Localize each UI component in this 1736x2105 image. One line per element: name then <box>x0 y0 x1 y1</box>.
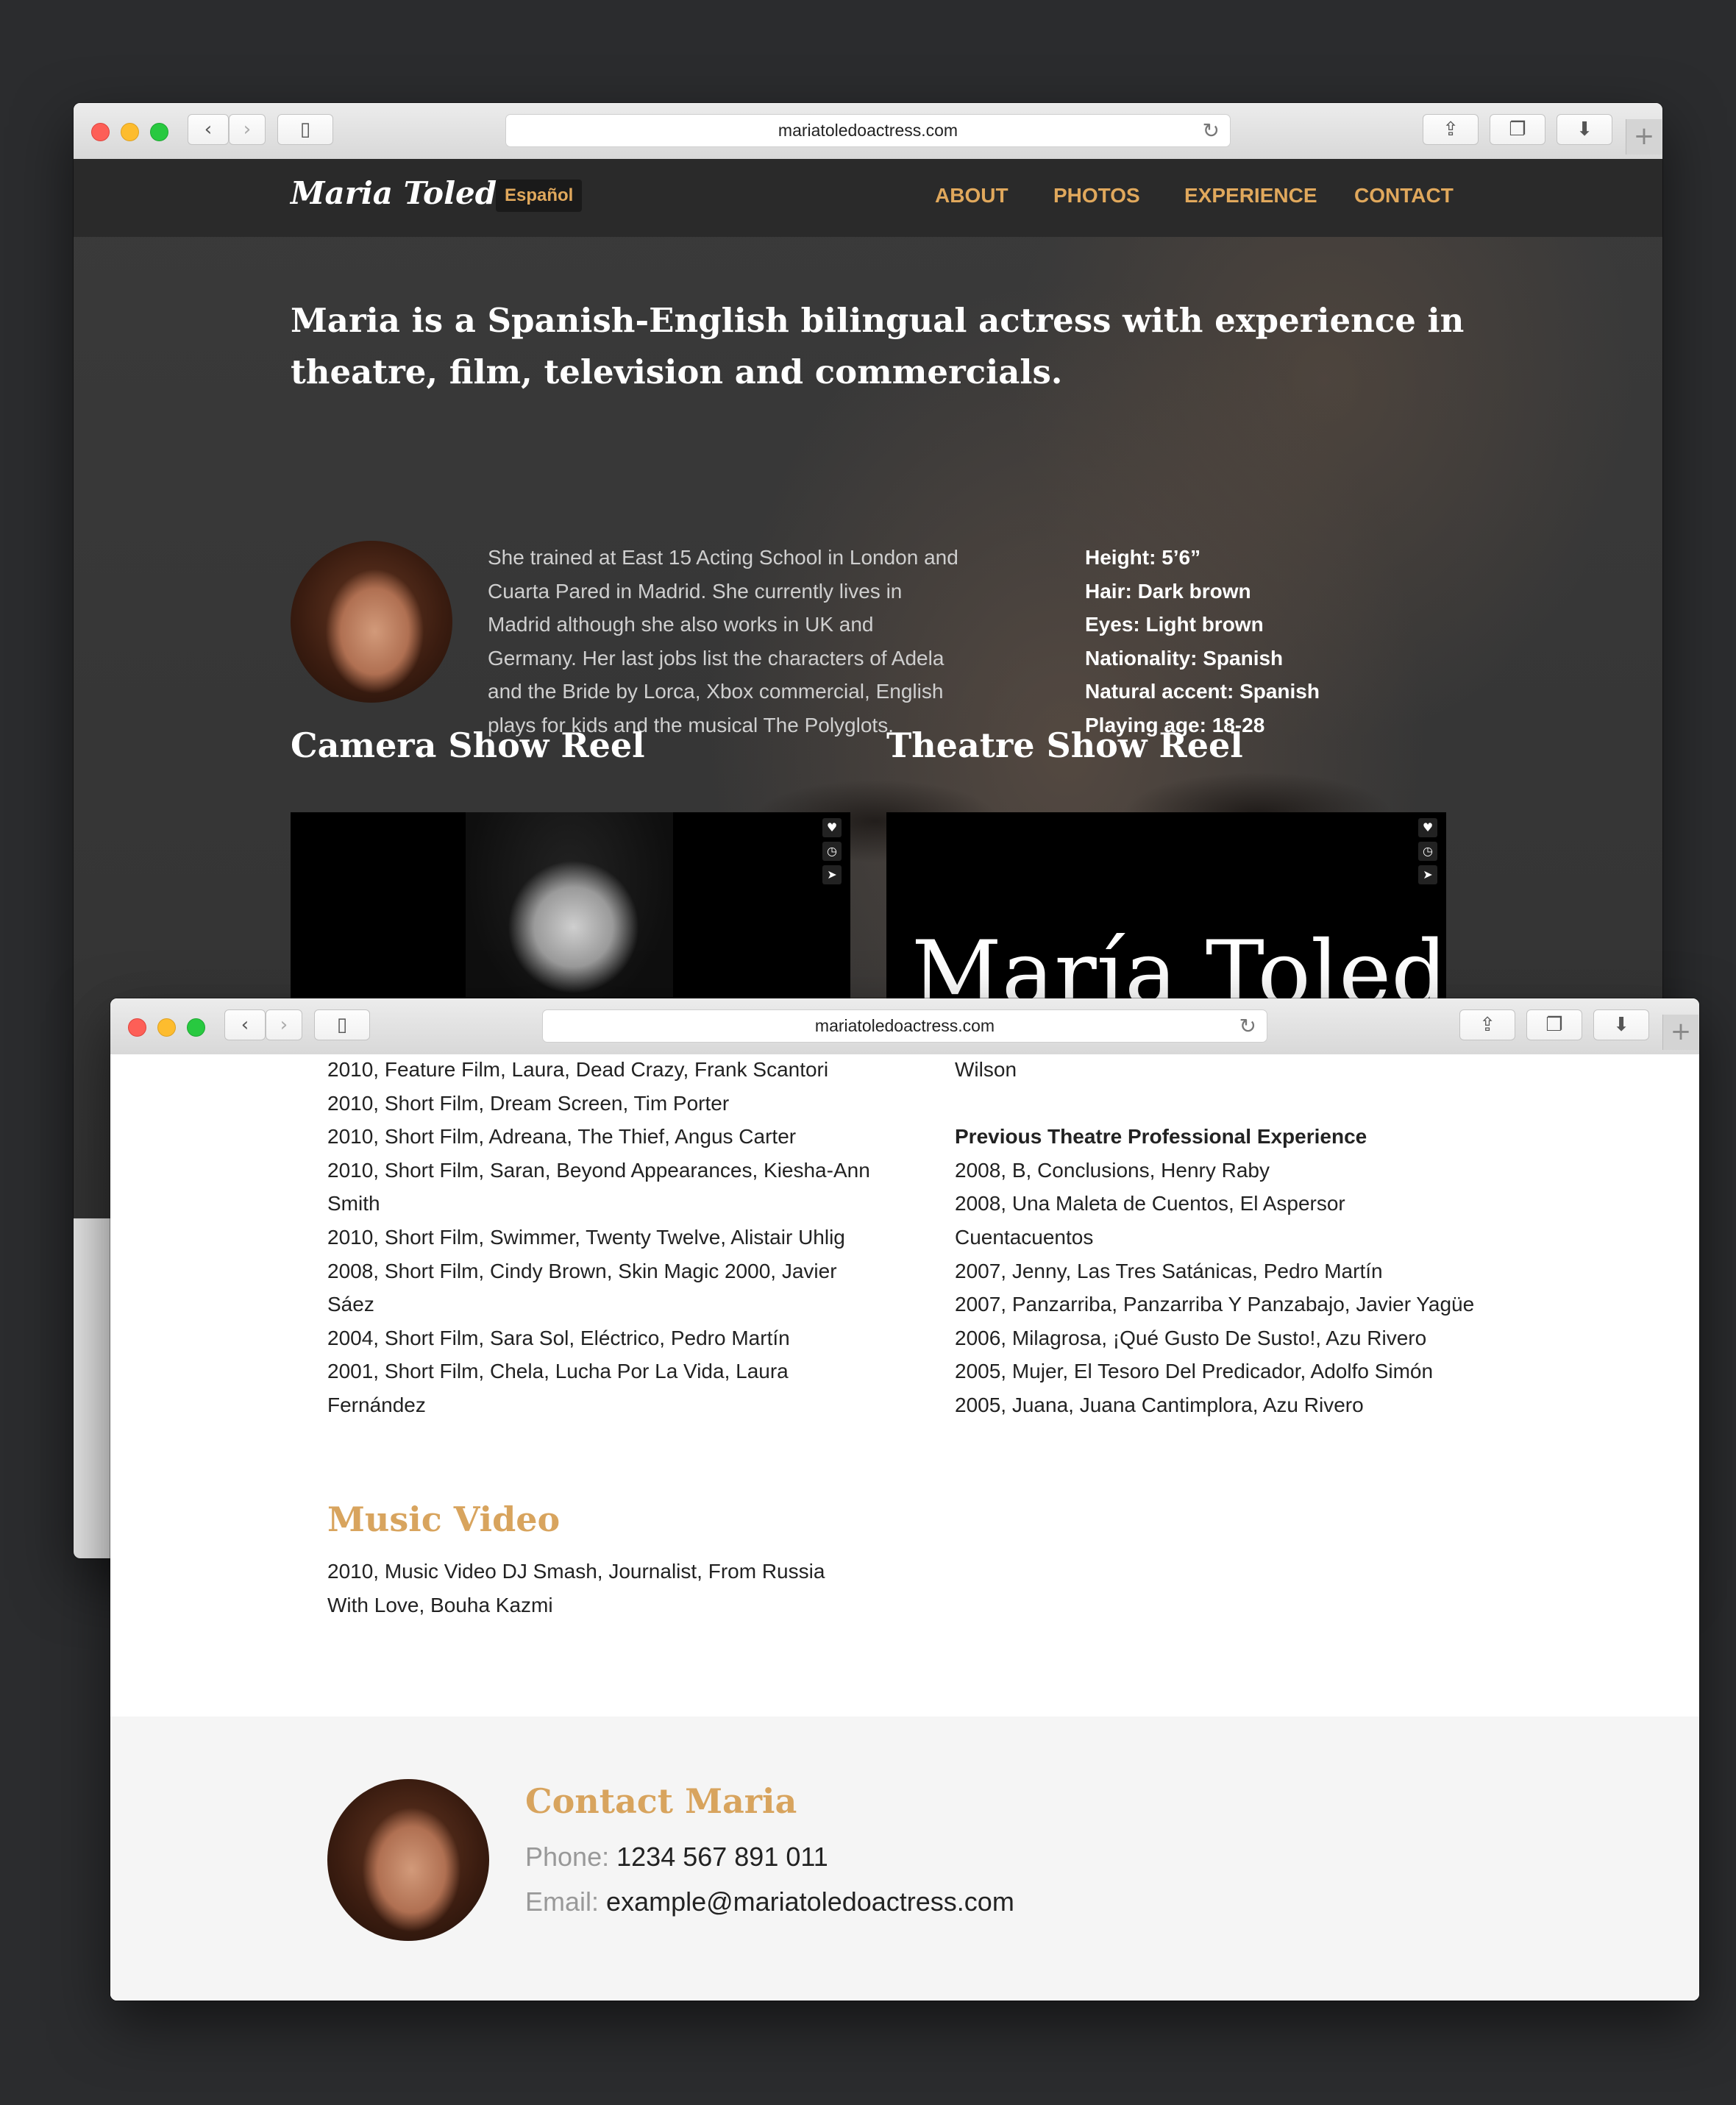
send-icon[interactable]: ➤ <box>822 865 842 884</box>
tabs-icon: ❐ <box>1509 118 1526 141</box>
camera-reel-title: Camera Show Reel <box>291 725 645 765</box>
download-icon: ⬇ <box>1613 1014 1629 1036</box>
music-video-list: 2010, Music Video DJ Smash, Journalist, … <box>327 1555 857 1622</box>
email-address[interactable]: example@mariatoledoactress.com <box>606 1886 1014 1917</box>
forward-button[interactable]: › <box>266 1009 302 1040</box>
hero-intro: Maria is a Spanish-English bilingual act… <box>291 301 1465 391</box>
forward-button[interactable]: › <box>229 114 266 145</box>
address-bar[interactable]: mariatoledoactress.com ↻ <box>542 1009 1267 1043</box>
avatar <box>291 541 452 703</box>
music-video-heading: Music Video <box>327 1499 561 1539</box>
new-tab-button[interactable]: + <box>1662 1015 1698 1050</box>
phone-label: Phone: <box>525 1842 610 1872</box>
close-window-button[interactable] <box>128 1018 146 1037</box>
browser-toolbar: ‹ › ▯ mariatoledoactress.com ↻ ⇪ ❐ ⬇ + <box>110 998 1699 1055</box>
zoom-window-button[interactable] <box>187 1018 205 1037</box>
contact-email: Email: example@mariatoledoactress.com <box>525 1886 1014 1917</box>
list-item: 2008, B, Conclusions, Henry Raby <box>955 1158 1270 1182</box>
contact-heading: Contact Maria <box>525 1781 797 1821</box>
chevron-right-icon: › <box>243 118 252 141</box>
chevron-left-icon: ‹ <box>204 118 213 141</box>
clock-icon[interactable]: ◷ <box>1418 842 1437 861</box>
sidebar-icon: ▯ <box>299 118 311 141</box>
browser-toolbar: ‹ › ▯ mariatoledoactress.com ↻ ⇪ ❐ ⬇ + <box>74 103 1662 160</box>
stat-height: Height: 5’6” <box>1085 546 1201 569</box>
language-toggle[interactable]: Español <box>496 180 583 212</box>
nav-contact[interactable]: CONTACT <box>1354 184 1454 207</box>
list-item: 2005, Juana, Juana Cantimplora, Azu Rive… <box>955 1393 1364 1416</box>
list-item: 2001, Short Film, Chela, Lucha Por La Vi… <box>327 1360 789 1416</box>
downloads-button[interactable]: ⬇ <box>1593 1009 1649 1040</box>
theatre-experience-list: Wilson Previous Theatre Professional Exp… <box>955 1054 1573 1422</box>
url-text: mariatoledoactress.com <box>814 1016 995 1035</box>
url-text: mariatoledoactress.com <box>778 121 958 140</box>
sidebar-icon: ▯ <box>336 1014 348 1036</box>
phone-number[interactable]: 1234 567 891 011 <box>616 1842 828 1872</box>
email-label: Email: <box>525 1886 600 1917</box>
chevron-left-icon: ‹ <box>241 1014 249 1036</box>
share-button[interactable]: ⇪ <box>1459 1009 1515 1040</box>
contact-avatar <box>327 1779 489 1941</box>
video-actions: ♥ ◷ ➤ <box>1418 818 1440 889</box>
site-logo[interactable]: Maria Toledo <box>291 175 517 211</box>
tabs-button[interactable]: ❐ <box>1490 114 1545 145</box>
theatre-reel-title: Theatre Show Reel <box>886 725 1243 765</box>
video-actions: ♥ ◷ ➤ <box>822 818 844 889</box>
back-button[interactable]: ‹ <box>188 114 229 145</box>
list-item: 2010, Short Film, Swimmer, Twenty Twelve… <box>327 1225 845 1249</box>
stat-nationality: Nationality: Spanish <box>1085 646 1284 670</box>
list-item: 2010, Short Film, Saran, Beyond Appearan… <box>327 1158 870 1215</box>
list-item: 2010, Short Film, Adreana, The Thief, An… <box>327 1125 797 1149</box>
stat-eyes: Eyes: Light brown <box>1085 613 1264 636</box>
zoom-window-button[interactable] <box>150 123 168 141</box>
stat-accent: Natural accent: Spanish <box>1085 680 1320 703</box>
sidebar-button[interactable]: ▯ <box>277 114 333 145</box>
reload-icon[interactable]: ↻ <box>1239 1010 1256 1042</box>
film-experience-list: 2010, Feature Film, Laura, Dead Crazy, F… <box>327 1054 975 1422</box>
contact-phone: Phone: 1234 567 891 011 <box>525 1842 828 1873</box>
nav-experience[interactable]: EXPERIENCE <box>1184 184 1317 207</box>
tabs-icon: ❐ <box>1545 1014 1563 1036</box>
reload-icon[interactable]: ↻ <box>1203 115 1220 146</box>
actor-stats: Height: 5’6” Hair: Dark brown Eyes: Ligh… <box>1085 541 1320 742</box>
minimize-window-button[interactable] <box>121 123 139 141</box>
chevron-right-icon: › <box>280 1014 288 1036</box>
minimize-window-button[interactable] <box>157 1018 176 1037</box>
nav-photos[interactable]: PHOTOS <box>1053 184 1140 207</box>
sidebar-button[interactable]: ▯ <box>314 1009 370 1040</box>
new-tab-button[interactable]: + <box>1626 119 1662 155</box>
nav-about[interactable]: ABOUT <box>935 184 1008 207</box>
download-icon: ⬇ <box>1576 118 1593 141</box>
list-item: 2007, Panzarriba, Panzarriba Y Panzabajo… <box>955 1293 1475 1316</box>
contact-section: Contact Maria Phone: 1234 567 891 011 Em… <box>110 1717 1699 2001</box>
page-viewport: 2010, Feature Film, Laura, Dead Crazy, F… <box>110 1054 1699 2001</box>
share-icon: ⇪ <box>1479 1014 1495 1036</box>
list-item: 2004, Short Film, Sara Sol, Eléctrico, P… <box>327 1326 790 1349</box>
tabs-button[interactable]: ❐ <box>1526 1009 1582 1040</box>
heart-icon[interactable]: ♥ <box>1418 818 1437 837</box>
heart-icon[interactable]: ♥ <box>822 818 842 837</box>
share-icon: ⇪ <box>1442 118 1459 141</box>
list-item: 2005, Mujer, El Tesoro Del Predicador, A… <box>955 1360 1434 1383</box>
list-item: 2007, Jenny, Las Tres Satánicas, Pedro M… <box>955 1259 1383 1282</box>
browser-window-bottom: ‹ › ▯ mariatoledoactress.com ↻ ⇪ ❐ ⬇ + 2… <box>110 998 1699 2001</box>
list-item: 2006, Milagrosa, ¡Qué Gusto De Susto!, A… <box>955 1326 1427 1349</box>
site-navbar: Maria Toledo Español ABOUT PHOTOS EXPERI… <box>74 159 1662 237</box>
stat-hair: Hair: Dark brown <box>1085 579 1251 603</box>
downloads-button[interactable]: ⬇ <box>1557 114 1612 145</box>
theatre-experience-heading: Previous Theatre Professional Experience <box>955 1125 1367 1149</box>
share-button[interactable]: ⇪ <box>1423 114 1479 145</box>
clock-icon[interactable]: ◷ <box>822 842 842 861</box>
bio-text: She trained at East 15 Acting School in … <box>488 546 958 736</box>
list-item: 2010, Short Film, Dream Screen, Tim Port… <box>327 1091 730 1115</box>
close-window-button[interactable] <box>91 123 110 141</box>
send-icon[interactable]: ➤ <box>1418 865 1437 884</box>
list-item: 2008, Short Film, Cindy Brown, Skin Magi… <box>327 1259 837 1316</box>
list-item: 2010, Feature Film, Laura, Dead Crazy, F… <box>327 1058 829 1081</box>
list-item: 2008, Una Maleta de Cuentos, El Aspersor… <box>955 1192 1345 1249</box>
address-bar[interactable]: mariatoledoactress.com ↻ <box>505 114 1231 147</box>
list-item: Wilson <box>955 1058 1017 1081</box>
list-item: 2010, Music Video DJ Smash, Journalist, … <box>327 1560 825 1616</box>
back-button[interactable]: ‹ <box>224 1009 266 1040</box>
